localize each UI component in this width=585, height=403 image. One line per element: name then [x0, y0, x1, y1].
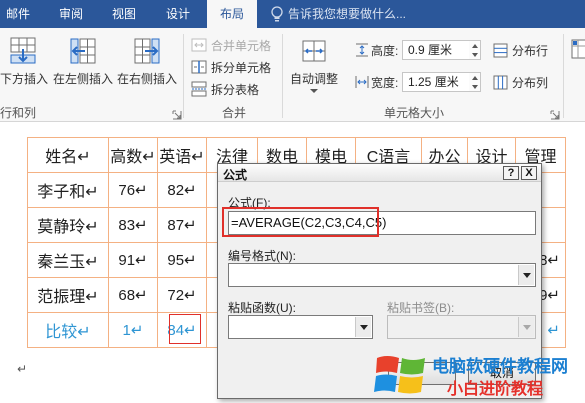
row-height-spinner[interactable] — [469, 40, 481, 60]
distribute-columns-label: 分布列 — [512, 76, 549, 90]
chevron-down-icon — [360, 325, 368, 330]
dropdown-arrow-button[interactable] — [518, 265, 534, 285]
insert-left-button[interactable]: 在左侧插入 — [52, 34, 114, 100]
distribute-rows-label: 分布行 — [512, 44, 549, 58]
paste-bookmark-label: 粘贴书签(B): — [387, 301, 455, 315]
table-cell[interactable]: 68↵ — [108, 277, 158, 313]
insert-right-icon — [132, 36, 162, 66]
paste-bookmark-dropdown — [387, 315, 536, 339]
paragraph-mark: ↵ — [17, 362, 28, 376]
dialog-titlebar[interactable]: 公式 ? X — [218, 164, 541, 182]
windows-logo — [373, 352, 429, 398]
close-button[interactable]: X — [521, 166, 537, 180]
highlight-box-formula — [222, 207, 379, 237]
dropdown-arrow-button — [518, 317, 534, 337]
table-header-cell[interactable]: 英语↵ — [157, 137, 207, 173]
insert-below-label: 下方插入 — [0, 72, 49, 86]
autofit-icon — [299, 36, 329, 66]
group-separator — [563, 34, 564, 118]
table-cell[interactable]: 莫静玲↵ — [27, 207, 109, 243]
row-height-label: 高度: — [371, 44, 399, 58]
autofit-button[interactable]: 自动调整 — [288, 34, 340, 100]
insert-right-label: 在右侧插入 — [116, 72, 177, 86]
table-cell[interactable]: 76↵ — [108, 172, 158, 208]
column-width-input[interactable]: 1.25 厘米 — [402, 72, 470, 92]
chevron-down-icon — [523, 273, 531, 278]
number-format-label: 编号格式(N): — [228, 249, 296, 263]
table-cell[interactable]: 1↵ — [108, 312, 158, 348]
split-table-icon — [191, 81, 207, 97]
table-cell[interactable]: 范振理↵ — [27, 277, 109, 313]
chevron-down-icon — [523, 325, 531, 330]
insert-right-button[interactable]: 在右侧插入 — [116, 34, 178, 100]
row-height-input[interactable]: 0.9 厘米 — [402, 40, 470, 60]
split-cells-icon — [191, 59, 207, 75]
column-width-spinner[interactable] — [469, 72, 481, 92]
highlight-box-average-cell — [169, 314, 201, 344]
chevron-down-icon[interactable] — [310, 89, 318, 93]
table-header-cell[interactable]: 高数↵ — [108, 137, 158, 173]
insert-left-icon — [68, 36, 98, 66]
group-separator — [282, 34, 283, 118]
rows-cols-dialog-launcher-icon[interactable] — [172, 107, 182, 120]
tell-me-search-input[interactable]: 告诉我您想要做什么... — [288, 0, 406, 28]
table-cell[interactable]: 83↵ — [108, 207, 158, 243]
dialog-title: 公式 — [223, 168, 248, 182]
cell-size-dialog-launcher-icon[interactable] — [550, 107, 560, 120]
spin-down-icon[interactable] — [472, 53, 478, 57]
distribute-rows-button[interactable]: 分布行 — [493, 40, 559, 60]
column-width-icon — [355, 75, 369, 89]
ribbon-tab-bar: 邮件 审阅 视图 设计 布局 告诉我您想要做什么... — [0, 0, 585, 28]
number-format-dropdown[interactable] — [228, 263, 536, 287]
split-cells-label: 拆分单元格 — [211, 61, 272, 75]
table-cell[interactable]: 87↵ — [157, 207, 207, 243]
tab-mailings[interactable]: 邮件 — [2, 0, 34, 28]
merge-cells-label: 合并单元格 — [211, 39, 272, 53]
watermark-slogan: 小白进阶教程 — [447, 381, 544, 398]
distribute-columns-icon — [493, 75, 508, 90]
distribute-rows-icon — [493, 43, 508, 58]
table-cell[interactable]: 72↵ — [157, 277, 207, 313]
group-label-cell-size: 单元格大小 — [384, 106, 445, 120]
tab-review[interactable]: 审阅 — [55, 0, 87, 28]
split-table-button[interactable]: 拆分表格 — [191, 79, 279, 99]
table-header-cell[interactable]: 姓名↵ — [27, 137, 109, 173]
table-cell[interactable]: 比较↵ — [27, 312, 109, 348]
table-cell[interactable]: 82↵ — [157, 172, 207, 208]
distribute-columns-button[interactable]: 分布列 — [493, 72, 559, 92]
insert-below-button[interactable]: 下方插入 — [0, 34, 49, 100]
group-separator — [183, 34, 184, 118]
spin-down-icon[interactable] — [472, 85, 478, 89]
spin-up-icon[interactable] — [472, 44, 478, 48]
help-button[interactable]: ? — [503, 166, 519, 180]
alignment-grid-icon[interactable] — [570, 38, 585, 60]
tab-view[interactable]: 视图 — [108, 0, 140, 28]
table-cell[interactable]: 李子和↵ — [27, 172, 109, 208]
split-table-label: 拆分表格 — [211, 83, 260, 97]
table-cell[interactable]: 95↵ — [157, 242, 207, 278]
column-width-control: 宽度: 1.25 厘米 — [353, 72, 483, 92]
tab-design[interactable]: 设计 — [162, 0, 194, 28]
table-cell[interactable]: 91↵ — [108, 242, 158, 278]
column-width-label: 宽度: — [371, 76, 399, 90]
group-label-merge: 合并 — [222, 106, 247, 120]
row-height-control: 高度: 0.9 厘米 — [353, 40, 483, 60]
split-cells-button[interactable]: 拆分单元格 — [191, 57, 279, 77]
insert-below-icon — [8, 36, 38, 66]
tab-layout[interactable]: 布局 — [207, 0, 257, 28]
autofit-label: 自动调整 — [289, 72, 338, 86]
row-height-icon — [355, 43, 369, 57]
insert-left-label: 在左侧插入 — [52, 72, 113, 86]
spin-up-icon[interactable] — [472, 76, 478, 80]
dropdown-arrow-button[interactable] — [355, 317, 371, 337]
paste-function-dropdown[interactable] — [228, 315, 373, 339]
merge-cells-button[interactable]: 合并单元格 — [191, 35, 279, 55]
lightbulb-icon[interactable] — [270, 6, 284, 23]
paste-function-label: 粘贴函数(U): — [228, 301, 296, 315]
group-label-rows-cols: 行和列 — [0, 106, 37, 120]
table-cell[interactable]: 秦兰玉↵ — [27, 242, 109, 278]
watermark-site-name: 电脑软硬件教程网 — [432, 357, 568, 376]
merge-cells-icon — [191, 37, 207, 53]
